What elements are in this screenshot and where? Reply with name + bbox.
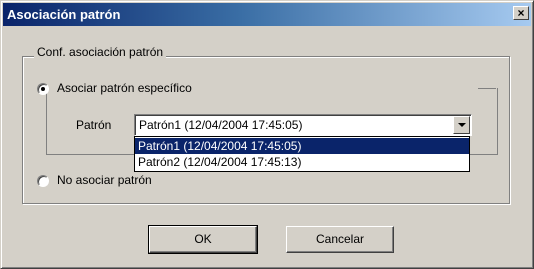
- cancel-button[interactable]: Cancelar: [286, 226, 394, 253]
- radio-selected-dot: [41, 87, 45, 91]
- pattern-combobox[interactable]: Patrón1 (12/04/2004 17:45:05): [134, 114, 472, 136]
- dropdown-option[interactable]: Patrón2 (12/04/2004 17:45:13): [135, 154, 469, 170]
- ok-button[interactable]: OK: [148, 225, 258, 254]
- radio-no-pattern-label[interactable]: No asociar patrón: [57, 173, 152, 187]
- subgroup-top-line: [478, 88, 496, 89]
- title-bar[interactable]: Asociación patrón ×: [3, 3, 531, 26]
- dropdown-option[interactable]: Patrón1 (12/04/2004 17:45:05): [135, 138, 469, 154]
- pattern-label: Patrón: [76, 118, 112, 132]
- group-legend: Conf. asociación patrón: [34, 45, 167, 59]
- pattern-combobox-value: Patrón1 (12/04/2004 17:45:05): [139, 118, 303, 132]
- radio-specific-pattern[interactable]: [37, 83, 49, 95]
- close-button[interactable]: ×: [513, 6, 529, 20]
- radio-specific-pattern-label[interactable]: Asociar patrón específico: [57, 81, 195, 95]
- chevron-down-icon[interactable]: [453, 116, 470, 134]
- radio-no-pattern[interactable]: [37, 175, 49, 187]
- pattern-dropdown-list[interactable]: Patrón1 (12/04/2004 17:45:05) Patrón2 (1…: [134, 136, 470, 172]
- dialog-title: Asociación patrón: [7, 7, 121, 22]
